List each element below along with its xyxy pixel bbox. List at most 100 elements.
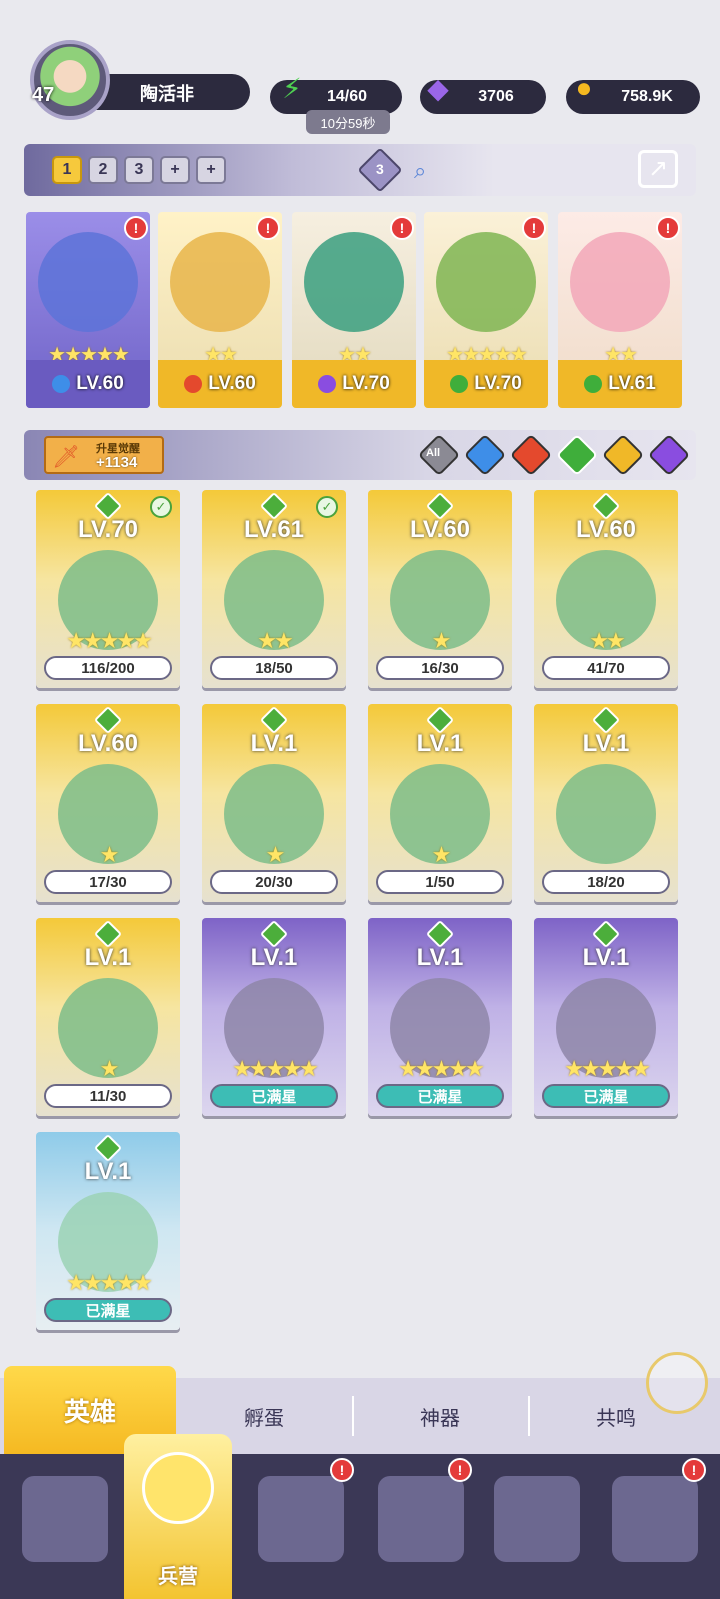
hero-stars: ★ xyxy=(265,842,286,867)
hero-card[interactable]: LV.60 ★★ 41/70 xyxy=(534,490,678,688)
hero-level: LV.1 xyxy=(416,944,464,971)
hero-card[interactable]: LV.1 ★★★★★ 已满星 xyxy=(202,918,346,1116)
awaken-value: +1134 xyxy=(96,454,138,471)
team-slot-3[interactable]: 3 xyxy=(124,156,154,184)
nav-barracks-label: 兵营 xyxy=(158,1566,198,1588)
search-icon[interactable]: ⌕ xyxy=(414,158,426,184)
alert-badge: ! xyxy=(390,216,414,240)
team-hero-1[interactable]: ★★★★★ LV.60 xyxy=(26,212,150,408)
compass-icon[interactable] xyxy=(646,1352,708,1414)
banner-icon[interactable] xyxy=(612,1476,698,1562)
alert-badge: ! xyxy=(448,1458,472,1482)
hero-portrait xyxy=(170,232,270,332)
hero-stars: ★ xyxy=(431,842,452,867)
hero-shard-progress: 18/20 xyxy=(542,870,670,894)
awaken-button[interactable]: 🗡 升星觉醒 +1134 xyxy=(44,436,164,474)
hero-card[interactable]: LV.1 ★ 11/30 xyxy=(36,918,180,1116)
map-icon[interactable] xyxy=(258,1476,344,1562)
energy-timer: 10分59秒 xyxy=(306,110,390,134)
barracks-icon xyxy=(142,1452,214,1524)
lightning-icon[interactable]: ⚡ xyxy=(272,68,312,108)
hero-shard-progress: 已满星 xyxy=(542,1084,670,1108)
team-hero-5[interactable]: ★★ LV.61 xyxy=(558,212,682,408)
filter-light-icon[interactable] xyxy=(601,433,645,477)
team-badge-count: 3 xyxy=(376,161,384,177)
hero-portrait xyxy=(38,232,138,332)
hero-level: LV.70 xyxy=(342,373,390,394)
hero-card[interactable]: ✓ LV.61 ★★ 18/50 xyxy=(202,490,346,688)
hero-level: LV.60 xyxy=(208,373,256,394)
player-avatar[interactable] xyxy=(30,40,110,120)
team-slot-add-1[interactable]: + xyxy=(160,156,190,184)
hero-card[interactable]: LV.1 ★ 20/30 xyxy=(202,704,346,902)
hero-level: LV.60 xyxy=(76,373,124,394)
hero-shard-progress: 已满星 xyxy=(44,1298,172,1322)
hero-shard-progress: 1/50 xyxy=(376,870,504,894)
hero-card[interactable]: LV.1 ★★★★★ 已满星 xyxy=(368,918,512,1116)
team-hero-4[interactable]: ★★★★★ LV.70 xyxy=(424,212,548,408)
hero-portrait xyxy=(556,764,656,864)
hero-level: LV.1 xyxy=(582,944,630,971)
hero-card[interactable]: LV.1 ★★★★★ 已满星 xyxy=(36,1132,180,1330)
gem-value: 3706 xyxy=(478,88,514,105)
hero-stars: ★★ xyxy=(589,628,625,653)
hero-stars: ★★★★★ xyxy=(66,628,153,653)
sword-icon: 🗡 xyxy=(52,444,80,469)
tab-artifact[interactable]: 神器 xyxy=(352,1378,528,1454)
team-slot-1[interactable]: 1 xyxy=(52,156,82,184)
mushroom-icon[interactable] xyxy=(494,1476,580,1562)
filter-water-icon[interactable] xyxy=(463,433,507,477)
cards-icon[interactable] xyxy=(22,1476,108,1562)
team-hero-3[interactable]: ★★ LV.70 xyxy=(292,212,416,408)
hero-shard-progress: 116/200 xyxy=(44,656,172,680)
dark-element-icon xyxy=(318,375,337,393)
check-icon: ✓ xyxy=(316,496,338,518)
hero-level: LV.1 xyxy=(84,1158,132,1185)
hero-level: LV.1 xyxy=(416,730,464,757)
gem-icon[interactable]: ◆ xyxy=(418,68,458,108)
castle-icon[interactable] xyxy=(378,1476,464,1562)
filter-wind-icon[interactable] xyxy=(555,433,599,477)
hero-stars: ★★★★★ xyxy=(66,1270,153,1295)
hero-stars: ★ xyxy=(431,628,452,653)
hero-card[interactable]: ✓ LV.70 ★★★★★ 116/200 xyxy=(36,490,180,688)
hero-stars: ★ xyxy=(99,842,120,867)
hero-card[interactable]: LV.60 ★ 17/30 xyxy=(36,704,180,902)
hero-level: LV.60 xyxy=(77,730,139,757)
filter-fire-icon[interactable] xyxy=(509,433,553,477)
alert-badge: ! xyxy=(256,216,280,240)
hero-card[interactable]: LV.60 ★ 16/30 xyxy=(368,490,512,688)
alert-badge: ! xyxy=(656,216,680,240)
gold-value: 758.9K xyxy=(621,88,673,105)
filter-dark-icon[interactable] xyxy=(647,433,691,477)
hero-card[interactable]: LV.1 ★ 1/50 xyxy=(368,704,512,902)
alert-badge: ! xyxy=(330,1458,354,1482)
team-slot-add-2[interactable]: + xyxy=(196,156,226,184)
team-selector-bar: 1 2 3 + + 3 ⌕ ↗ xyxy=(24,144,696,196)
team-hero-2[interactable]: ★★ LV.60 xyxy=(158,212,282,408)
player-profile[interactable]: 陶活非 47 xyxy=(30,40,250,120)
hero-level-bar: LV.60 xyxy=(158,360,282,408)
hero-stars: ★ xyxy=(99,1056,120,1081)
hero-level: LV.70 xyxy=(77,516,139,543)
hero-shard-progress: 已满星 xyxy=(210,1084,338,1108)
team-slot-2[interactable]: 2 xyxy=(88,156,118,184)
hero-level: LV.1 xyxy=(84,944,132,971)
player-name: 陶活非 xyxy=(140,84,194,104)
hero-level: LV.1 xyxy=(250,730,298,757)
hero-shard-progress: 41/70 xyxy=(542,656,670,680)
hero-stars: ★★★★★ xyxy=(398,1056,485,1081)
wind-element-icon xyxy=(584,375,603,393)
filter-all-label: All xyxy=(426,447,441,459)
alert-badge: ! xyxy=(682,1458,706,1482)
hero-portrait xyxy=(570,232,670,332)
hero-level: LV.61 xyxy=(608,373,656,394)
hero-shard-progress: 11/30 xyxy=(44,1084,172,1108)
nav-barracks[interactable]: 兵营 xyxy=(124,1434,232,1599)
share-icon[interactable]: ↗ xyxy=(638,150,678,188)
coin-icon[interactable]: ● xyxy=(564,68,604,108)
hero-level: LV.60 xyxy=(575,516,637,543)
water-element-icon xyxy=(52,375,71,393)
hero-card[interactable]: LV.1 ★★★★★ 已满星 xyxy=(534,918,678,1116)
hero-card[interactable]: LV.1 18/20 xyxy=(534,704,678,902)
